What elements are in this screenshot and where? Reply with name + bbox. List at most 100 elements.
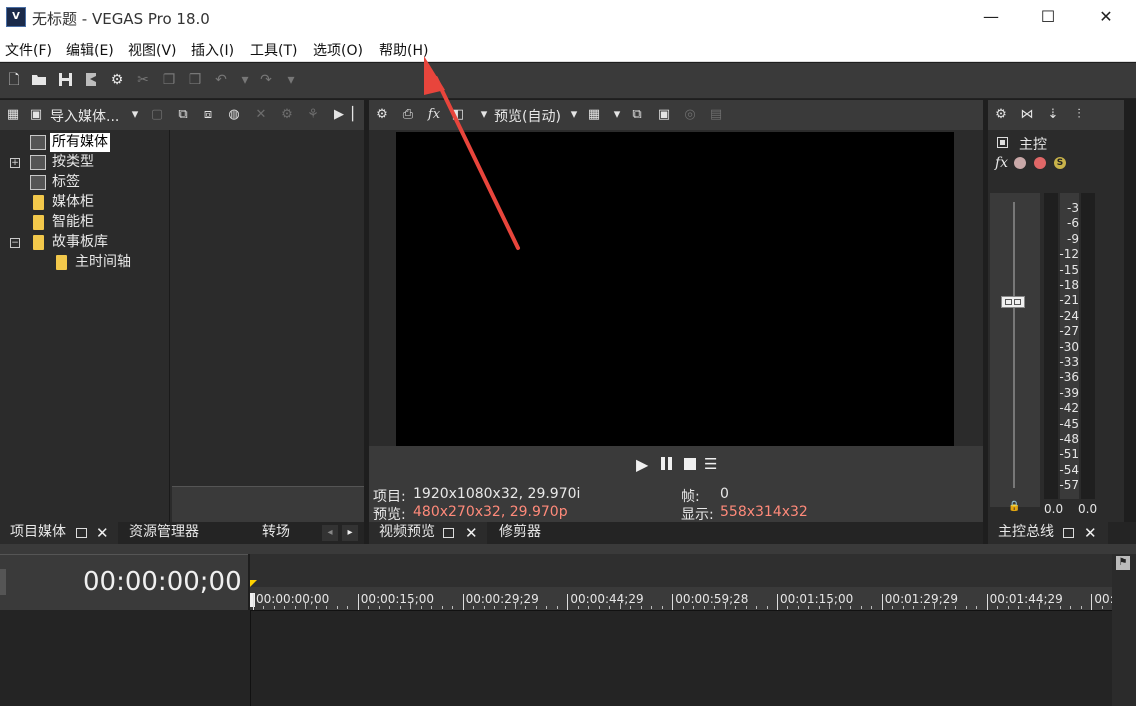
plugin-s-icon[interactable]: S xyxy=(1054,157,1066,169)
track-header-grip[interactable] xyxy=(0,569,6,595)
collapse-storyboard-icon[interactable]: − xyxy=(10,238,20,248)
tree-item-media-bin[interactable]: 媒体柜 xyxy=(28,193,168,212)
master-fx-icon[interactable]: fx xyxy=(995,155,1008,171)
menu-tools[interactable]: 工具(T) xyxy=(250,40,297,60)
stop-icon[interactable] xyxy=(684,458,696,470)
overlays-grid-icon[interactable]: ▦ xyxy=(585,106,603,124)
marker-bar[interactable] xyxy=(250,554,1112,587)
maximize-button[interactable]: ☐ xyxy=(1019,0,1077,36)
meter-tick-label: -21 xyxy=(1059,293,1079,308)
fx-icon[interactable]: fx xyxy=(425,106,443,124)
menu-edit[interactable]: 编辑(E) xyxy=(66,40,114,60)
new-file-icon[interactable]: 🗋 xyxy=(6,72,22,88)
fader-lock-icon[interactable]: 🔒 xyxy=(1008,501,1020,512)
tree-item-main-timeline[interactable]: 主时间轴 xyxy=(51,253,169,272)
play-preview-icon[interactable]: ▶ xyxy=(330,106,348,124)
ruler-minor-tick xyxy=(892,606,894,609)
video-frame[interactable] xyxy=(396,132,954,446)
menu-options[interactable]: 选项(O) xyxy=(313,40,363,60)
maximize-panel-icon[interactable] xyxy=(443,528,454,538)
preview-quality-select[interactable]: 预览(自动) xyxy=(494,106,561,126)
preview-settings-gear-icon[interactable]: ⚙ xyxy=(373,106,391,124)
close-button[interactable]: ✕ xyxy=(1077,0,1135,36)
menu-insert[interactable]: 插入(I) xyxy=(191,40,234,60)
tab-transitions[interactable]: 转场 xyxy=(252,522,316,544)
split-screen-icon[interactable]: ◧ xyxy=(449,106,467,124)
tree-item-smart-bin[interactable]: 智能柜 xyxy=(28,213,168,232)
view-icon[interactable]: ▦ xyxy=(4,106,22,124)
tree-item-tags[interactable]: 标签 xyxy=(28,173,168,192)
pause-icon[interactable] xyxy=(660,457,673,470)
sunburst-icon[interactable] xyxy=(1014,157,1026,169)
dim-output-icon[interactable]: ⇣ xyxy=(1044,106,1062,124)
minimize-button[interactable]: — xyxy=(962,0,1020,36)
downmix-icon[interactable]: ⋈ xyxy=(1018,106,1036,124)
menu-view[interactable]: 视图(V) xyxy=(128,40,177,60)
ruler-time-label: 00:01:15;00 xyxy=(780,592,854,606)
properties-gear-icon[interactable]: ⚙ xyxy=(109,72,125,88)
loop-region-marker[interactable] xyxy=(250,580,257,587)
mixer-faders-icon[interactable]: ⫶ xyxy=(1070,106,1088,124)
web-media-icon[interactable]: ◍ xyxy=(225,106,243,124)
master-fader-handle[interactable] xyxy=(1001,296,1025,308)
preview-mode-chevron-icon[interactable]: ▾ xyxy=(565,106,583,124)
get-media-icon[interactable]: ⧉ xyxy=(174,106,192,124)
save-snapshot-icon[interactable]: ▣ xyxy=(655,106,673,124)
close-tab-icon[interactable]: ✕ xyxy=(1084,523,1097,543)
cut-icon[interactable]: ✂ xyxy=(135,72,151,88)
play-icon[interactable]: ▶ xyxy=(636,455,648,474)
expand-by-type-icon[interactable]: + xyxy=(10,158,20,168)
tree-item-by-type[interactable]: 按类型 xyxy=(28,153,168,172)
media-fx-icon[interactable]: ⚙ xyxy=(278,106,296,124)
ruler-minor-tick xyxy=(452,606,454,609)
redo-dropdown-icon[interactable]: ▾ xyxy=(283,72,299,88)
close-tab-icon[interactable]: ✕ xyxy=(465,523,478,543)
menu-list-icon[interactable]: ☰ xyxy=(704,455,717,473)
ruler-minor-tick xyxy=(965,606,967,609)
tab-trimmer[interactable]: 修剪器 xyxy=(489,522,589,544)
copy-icon[interactable]: ❐ xyxy=(161,72,177,88)
preview-quality-dropdown-icon[interactable]: ▾ xyxy=(475,106,493,124)
device-output-icon[interactable]: ⎙ xyxy=(399,106,417,124)
import-dropdown-icon[interactable]: ▾ xyxy=(126,106,144,124)
menu-file[interactable]: 文件(F) xyxy=(5,40,52,60)
media-list[interactable] xyxy=(172,130,364,486)
maximize-panel-icon[interactable] xyxy=(76,528,87,538)
record-icon[interactable]: ▤ xyxy=(707,106,725,124)
more-icon[interactable]: ▏ xyxy=(352,106,362,124)
undo-icon[interactable]: ↶ xyxy=(213,72,229,88)
paste-icon[interactable]: ❒ xyxy=(187,72,203,88)
delete-icon[interactable]: ✕ xyxy=(252,106,270,124)
import-media-button[interactable]: 导入媒体... xyxy=(50,106,119,126)
render-as-icon[interactable] xyxy=(83,72,99,88)
timeline-splitter[interactable] xyxy=(0,544,1136,554)
maximize-panel-icon[interactable] xyxy=(1063,528,1074,538)
remove-unused-icon[interactable]: ⧈ xyxy=(199,106,217,124)
tab-explorer[interactable]: 资源管理器 xyxy=(119,522,247,544)
marker-flag-icon[interactable]: ⚑ xyxy=(1116,556,1130,570)
master-select-icon[interactable] xyxy=(997,137,1008,148)
hdr-icon[interactable]: ◎ xyxy=(681,106,699,124)
menu-help[interactable]: 帮助(H) xyxy=(379,40,428,60)
meter-tick-label: -39 xyxy=(1059,385,1079,400)
scroll-left-icon[interactable]: ◂ xyxy=(322,525,338,541)
copy-snapshot-icon[interactable]: ⧉ xyxy=(628,106,646,124)
plugin-red-icon[interactable] xyxy=(1034,157,1046,169)
redo-icon[interactable]: ↷ xyxy=(258,72,274,88)
overlays-dropdown-icon[interactable]: ▾ xyxy=(608,106,626,124)
close-tab-icon[interactable]: ✕ xyxy=(96,523,109,543)
ruler-minor-tick xyxy=(934,603,936,609)
tree-item-all-media[interactable]: 所有媒体 xyxy=(28,133,168,152)
save-icon[interactable] xyxy=(57,72,73,88)
scroll-right-icon[interactable]: ▸ xyxy=(342,525,358,541)
media-generators-icon[interactable]: ⚘ xyxy=(304,106,322,124)
master-settings-gear-icon[interactable]: ⚙ xyxy=(992,106,1010,124)
tree-item-storyboard-library[interactable]: 故事板库 xyxy=(28,233,168,252)
capture-icon[interactable]: ▢ xyxy=(148,106,166,124)
import-media-icon[interactable]: ▣ xyxy=(27,106,45,124)
ruler-minor-tick xyxy=(315,606,317,609)
open-folder-icon[interactable] xyxy=(31,72,47,88)
ruler-minor-tick xyxy=(619,603,621,609)
undo-dropdown-icon[interactable]: ▾ xyxy=(237,72,253,88)
timecode-display[interactable]: 00:00:00;00 xyxy=(83,567,242,597)
